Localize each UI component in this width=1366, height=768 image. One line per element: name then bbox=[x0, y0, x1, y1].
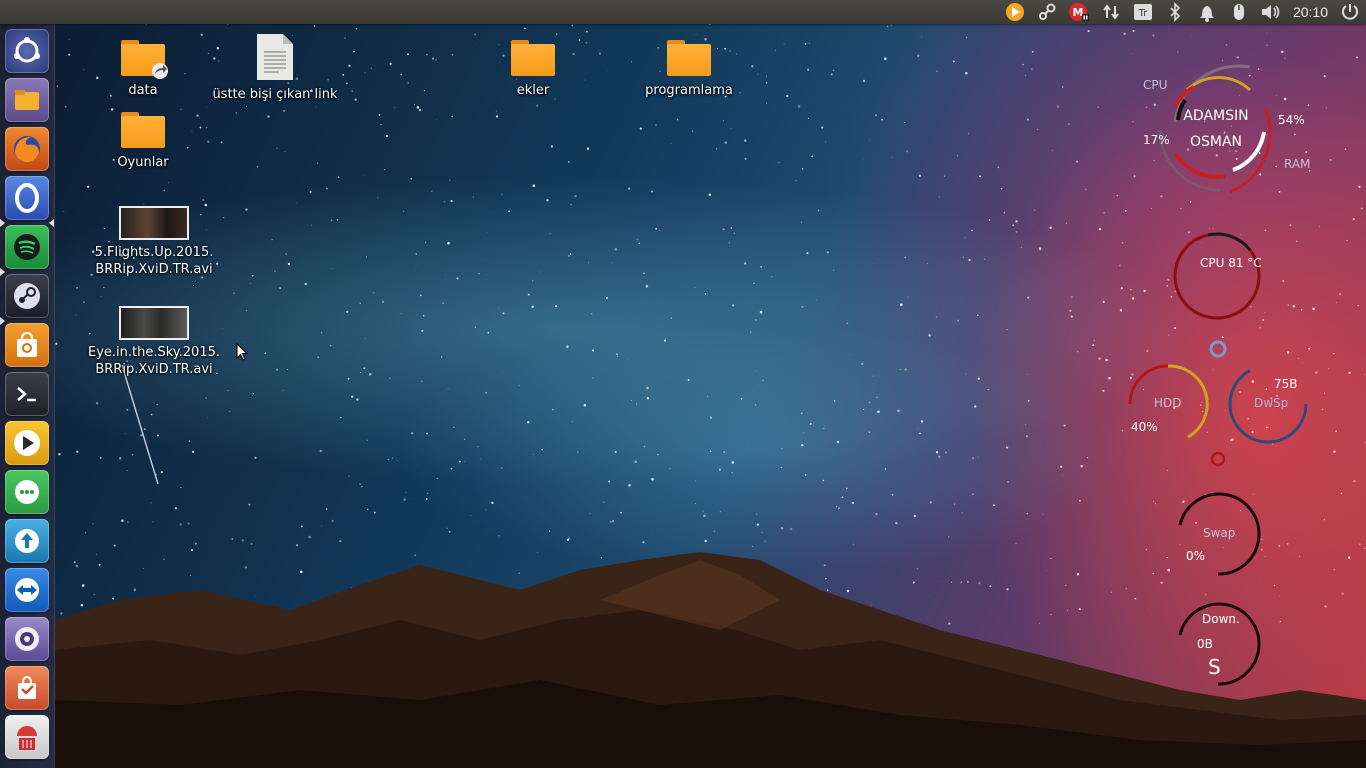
teamviewer-button[interactable] bbox=[5, 568, 49, 612]
desktop-icon-label-line2: BRRip.XviD.TR.avi bbox=[95, 362, 213, 377]
down-unit: S bbox=[1208, 655, 1221, 679]
desktop-icon-label-line1: 5.Flights.Up.2015. bbox=[94, 245, 214, 260]
folder-icon bbox=[121, 40, 168, 79]
svg-text:M: M bbox=[1072, 6, 1083, 19]
cpu-temp-ring bbox=[1173, 232, 1261, 320]
folder-icon bbox=[121, 112, 165, 148]
keyboard-layout-label: Tr bbox=[1138, 8, 1149, 19]
dwsp-value: 75B bbox=[1274, 377, 1298, 391]
dash-home-button[interactable] bbox=[5, 29, 49, 73]
mouse-icon[interactable] bbox=[1223, 0, 1255, 24]
desktop-folder-programlama[interactable]: programlama bbox=[639, 40, 739, 99]
terminal-button[interactable] bbox=[5, 372, 49, 416]
desktop-icon-label: üstte bişi çıkan link bbox=[212, 87, 338, 102]
folder-icon bbox=[667, 40, 711, 76]
ram-percent: 54% bbox=[1278, 113, 1305, 127]
unity-launcher bbox=[0, 24, 55, 768]
teamviewer-icon bbox=[15, 578, 39, 602]
conky-name-line2: OSMAN bbox=[1190, 134, 1242, 150]
network-transfer-icon[interactable] bbox=[1095, 0, 1127, 24]
opera-running-indicator bbox=[0, 219, 5, 227]
messaging-button[interactable] bbox=[5, 470, 49, 514]
down-label: Down. bbox=[1202, 612, 1240, 626]
opera-icon bbox=[15, 183, 39, 213]
opera-focus-indicator bbox=[49, 219, 54, 227]
camera-lens-icon bbox=[15, 627, 39, 651]
swap-label: Swap bbox=[1203, 526, 1235, 540]
folder-icon bbox=[15, 90, 39, 110]
trash-icon bbox=[17, 726, 37, 750]
spotify-icon bbox=[14, 234, 40, 260]
power-icon[interactable] bbox=[1334, 0, 1366, 24]
conky-node-blue bbox=[1209, 340, 1227, 358]
screenshot-button[interactable] bbox=[5, 617, 49, 661]
ubuntu-logo-icon bbox=[14, 37, 40, 63]
clock[interactable]: 20:10 bbox=[1287, 4, 1334, 20]
video-thumbnail bbox=[119, 206, 189, 240]
desktop-video-flights-up[interactable]: 5.Flights.Up.2015. BRRip.XviD.TR.avi bbox=[84, 206, 224, 278]
terminal-icon bbox=[17, 387, 36, 402]
steam-button[interactable] bbox=[5, 274, 49, 318]
ubuntu-software-button[interactable] bbox=[5, 323, 49, 367]
desktop-icon-label: data bbox=[128, 83, 158, 98]
desktop-folder-oyunlar[interactable]: Oyunlar bbox=[103, 112, 183, 171]
ram-label: RAM bbox=[1284, 157, 1310, 171]
steam-icon[interactable] bbox=[1031, 0, 1063, 24]
update-icon bbox=[15, 529, 39, 553]
conky-system-monitor: CPU RAM ADAMSIN OSMAN 17% 54% CPU 81 °C … bbox=[1128, 64, 1310, 686]
update-manager-button[interactable] bbox=[5, 519, 49, 563]
text-document-icon bbox=[257, 34, 293, 82]
desktop-icon-label: programlama bbox=[645, 83, 733, 98]
media-player-button[interactable] bbox=[5, 421, 49, 465]
conky-name-line1: ADAMSIN bbox=[1183, 108, 1248, 124]
shopping-bag-icon bbox=[17, 331, 37, 357]
opera-button[interactable] bbox=[5, 176, 49, 220]
spotify-button[interactable] bbox=[5, 225, 49, 269]
video-thumbnail bbox=[119, 306, 189, 340]
link-arrow-icon bbox=[152, 63, 168, 79]
volume-icon[interactable] bbox=[1255, 0, 1287, 24]
mouse-cursor-icon bbox=[236, 343, 249, 361]
firefox-button[interactable] bbox=[5, 127, 49, 171]
app-store-button[interactable] bbox=[5, 666, 49, 710]
desktop-folder-ekler[interactable]: ekler bbox=[493, 40, 573, 99]
cpu-temperature: CPU 81 °C bbox=[1200, 256, 1262, 270]
notification-bell-icon[interactable] bbox=[1191, 0, 1223, 24]
cpu-label: CPU bbox=[1143, 78, 1167, 92]
cpu-percent: 17% bbox=[1143, 133, 1170, 147]
swap-percent: 0% bbox=[1186, 549, 1205, 563]
steam-icon bbox=[14, 283, 40, 309]
system-tray: M Tr 20:10 bbox=[999, 0, 1366, 24]
top-panel: M Tr 20:10 bbox=[0, 0, 1366, 24]
spotify-running-indicator bbox=[0, 268, 5, 276]
cpu-ram-ring bbox=[1158, 64, 1272, 194]
conky-node-red bbox=[1210, 451, 1226, 467]
keyboard-layout-icon[interactable]: Tr bbox=[1127, 0, 1159, 24]
desktop-video-eye-in-the-sky[interactable]: Eye.in.the.Sky.2015. BRRip.XviD.TR.avi bbox=[84, 306, 224, 378]
chat-bubble-icon bbox=[15, 480, 39, 504]
desktop-icon-label-line2: BRRip.XviD.TR.avi bbox=[95, 262, 213, 277]
desktop-icon-label: Oyunlar bbox=[117, 155, 169, 170]
desktop-icon-label-line1: Eye.in.the.Sky.2015. bbox=[88, 345, 220, 360]
desktop-icon-label: ekler bbox=[516, 83, 550, 98]
desktop-file-link[interactable]: üstte bişi çıkan link bbox=[205, 34, 345, 103]
bluetooth-icon[interactable] bbox=[1159, 0, 1191, 24]
steam-running-indicator bbox=[0, 317, 5, 325]
vlc-icon[interactable] bbox=[999, 0, 1031, 24]
dwsp-label: DwSp bbox=[1254, 396, 1288, 410]
hdd-percent: 40% bbox=[1131, 420, 1158, 434]
files-button[interactable] bbox=[5, 78, 49, 122]
play-icon bbox=[14, 430, 40, 456]
down-value: 0B bbox=[1197, 637, 1213, 651]
firefox-icon bbox=[14, 136, 40, 163]
folder-icon bbox=[511, 40, 555, 76]
desktop-folder-data[interactable]: data bbox=[103, 40, 183, 99]
hdd-label: HDD bbox=[1154, 396, 1182, 410]
mega-icon[interactable]: M bbox=[1063, 0, 1095, 24]
trash-button[interactable] bbox=[5, 715, 49, 759]
store-bag-icon bbox=[18, 675, 36, 699]
